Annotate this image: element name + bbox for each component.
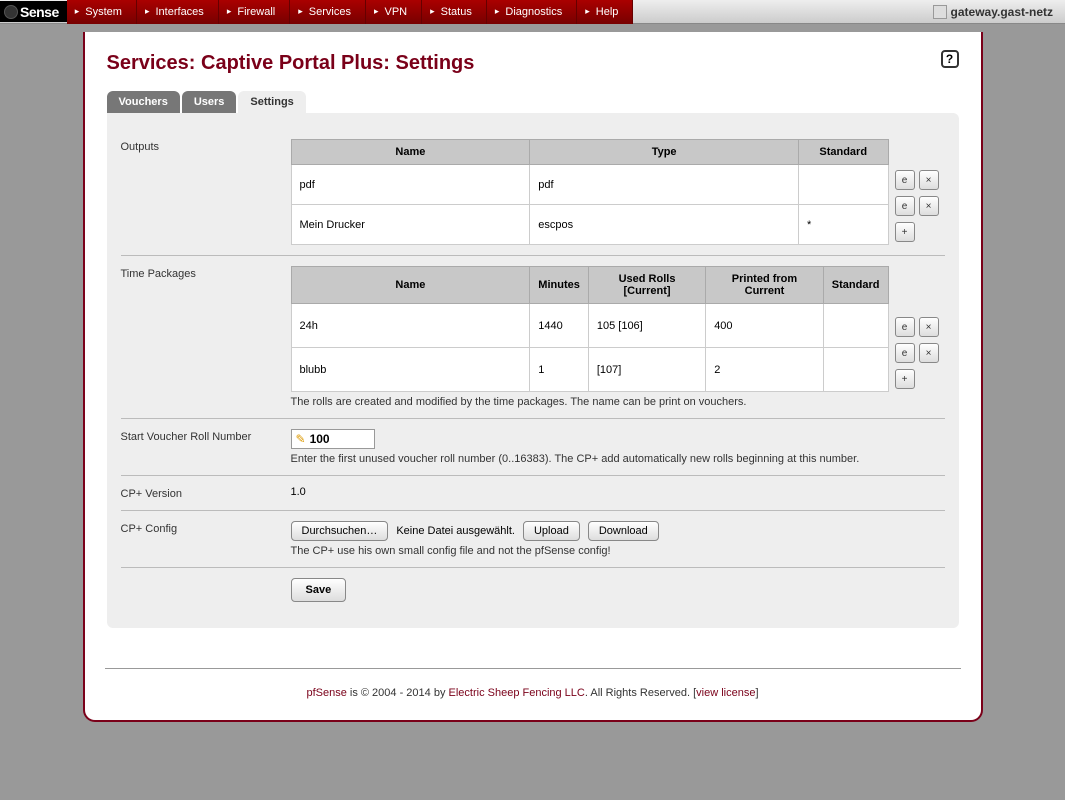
outputs-table: Name Type Standard pdf pdf — [291, 139, 889, 245]
add-icon[interactable]: + — [895, 369, 915, 389]
delete-icon[interactable]: × — [919, 343, 939, 363]
page-title: Services: Captive Portal Plus: Settings — [107, 52, 959, 75]
section-cp-config: CP+ Config Durchsuchen… Keine Datei ausg… — [121, 511, 945, 568]
table-row[interactable]: Mein Drucker escpos * — [291, 205, 888, 245]
table-row[interactable]: blubb 1 [107] 2 — [291, 348, 888, 392]
add-icon[interactable]: + — [895, 222, 915, 242]
no-file-label: Keine Datei ausgewählt. — [396, 525, 515, 537]
main-menu: System Interfaces Firewall Services VPN … — [67, 0, 634, 24]
upload-button[interactable]: Upload — [523, 521, 580, 541]
time-packages-note: The rolls are created and modified by th… — [291, 396, 945, 408]
col-standard: Standard — [798, 140, 888, 165]
edit-icon[interactable]: e — [895, 343, 915, 363]
col-standard: Standard — [823, 267, 888, 304]
section-start-roll: Start Voucher Roll Number ✎ Enter the fi… — [121, 419, 945, 476]
table-row[interactable]: pdf pdf — [291, 165, 888, 205]
menu-status[interactable]: Status — [422, 0, 487, 24]
section-cp-version: CP+ Version 1.0 — [121, 476, 945, 511]
time-packages-label: Time Packages — [121, 266, 291, 408]
table-row[interactable]: 24h 1440 105 [106] 400 — [291, 304, 888, 348]
section-time-packages: Time Packages Name Minutes Used Rolls [C… — [121, 256, 945, 419]
footer-brand-link[interactable]: pfSense — [306, 687, 346, 699]
col-name: Name — [291, 140, 530, 165]
menu-vpn[interactable]: VPN — [366, 0, 422, 24]
menu-help[interactable]: Help — [577, 0, 633, 24]
menu-services[interactable]: Services — [290, 0, 366, 24]
outputs-label: Outputs — [121, 139, 291, 245]
footer: pfSense is © 2004 - 2014 by Electric She… — [105, 668, 961, 717]
footer-company-link[interactable]: Electric Sheep Fencing LLC — [449, 687, 585, 699]
delete-icon[interactable]: × — [919, 170, 939, 190]
cp-config-label: CP+ Config — [121, 521, 291, 557]
browse-button[interactable]: Durchsuchen… — [291, 521, 389, 541]
section-outputs: Outputs Name Type Standard — [121, 129, 945, 256]
tab-users[interactable]: Users — [182, 91, 237, 113]
tab-settings[interactable]: Settings — [238, 91, 305, 113]
logo[interactable]: Sense — [0, 1, 67, 22]
footer-license-link[interactable]: view license — [696, 687, 755, 699]
edit-icon[interactable]: e — [895, 196, 915, 216]
pencil-icon: ✎ — [296, 432, 306, 446]
tab-bar: Vouchers Users Settings — [107, 91, 959, 113]
download-button[interactable]: Download — [588, 521, 659, 541]
edit-icon[interactable]: e — [895, 170, 915, 190]
col-name: Name — [291, 267, 530, 304]
start-roll-input[interactable] — [310, 432, 370, 446]
help-icon[interactable]: ? — [941, 50, 959, 68]
menu-firewall[interactable]: Firewall — [219, 0, 290, 24]
host-icon — [933, 5, 947, 19]
section-save: Save — [121, 568, 945, 612]
cp-version-value: 1.0 — [291, 486, 945, 500]
save-button[interactable]: Save — [291, 578, 347, 602]
hostname-label: gateway.gast-netz — [921, 5, 1065, 19]
edit-icon[interactable]: e — [895, 317, 915, 337]
col-minutes: Minutes — [530, 267, 589, 304]
content-area: Outputs Name Type Standard — [107, 113, 959, 628]
main-panel: ? Services: Captive Portal Plus: Setting… — [83, 32, 983, 722]
col-printed: Printed from Current — [706, 267, 824, 304]
start-roll-label: Start Voucher Roll Number — [121, 429, 291, 465]
menu-interfaces[interactable]: Interfaces — [137, 0, 219, 24]
time-packages-table: Name Minutes Used Rolls [Current] Printe… — [291, 266, 889, 392]
tab-vouchers[interactable]: Vouchers — [107, 91, 180, 113]
menu-diagnostics[interactable]: Diagnostics — [487, 0, 577, 24]
col-type: Type — [530, 140, 799, 165]
menu-system[interactable]: System — [67, 0, 137, 24]
start-roll-input-wrap: ✎ — [291, 429, 375, 449]
col-used: Used Rolls [Current] — [588, 267, 705, 304]
cp-config-help: The CP+ use his own small config file an… — [291, 545, 945, 557]
start-roll-help: Enter the first unused voucher roll numb… — [291, 453, 945, 465]
top-bar: Sense System Interfaces Firewall Service… — [0, 0, 1065, 24]
delete-icon[interactable]: × — [919, 196, 939, 216]
logo-text: Sense — [20, 4, 59, 20]
cp-version-label: CP+ Version — [121, 486, 291, 500]
delete-icon[interactable]: × — [919, 317, 939, 337]
logo-icon — [4, 5, 18, 19]
hostname-text: gateway.gast-netz — [951, 5, 1053, 19]
